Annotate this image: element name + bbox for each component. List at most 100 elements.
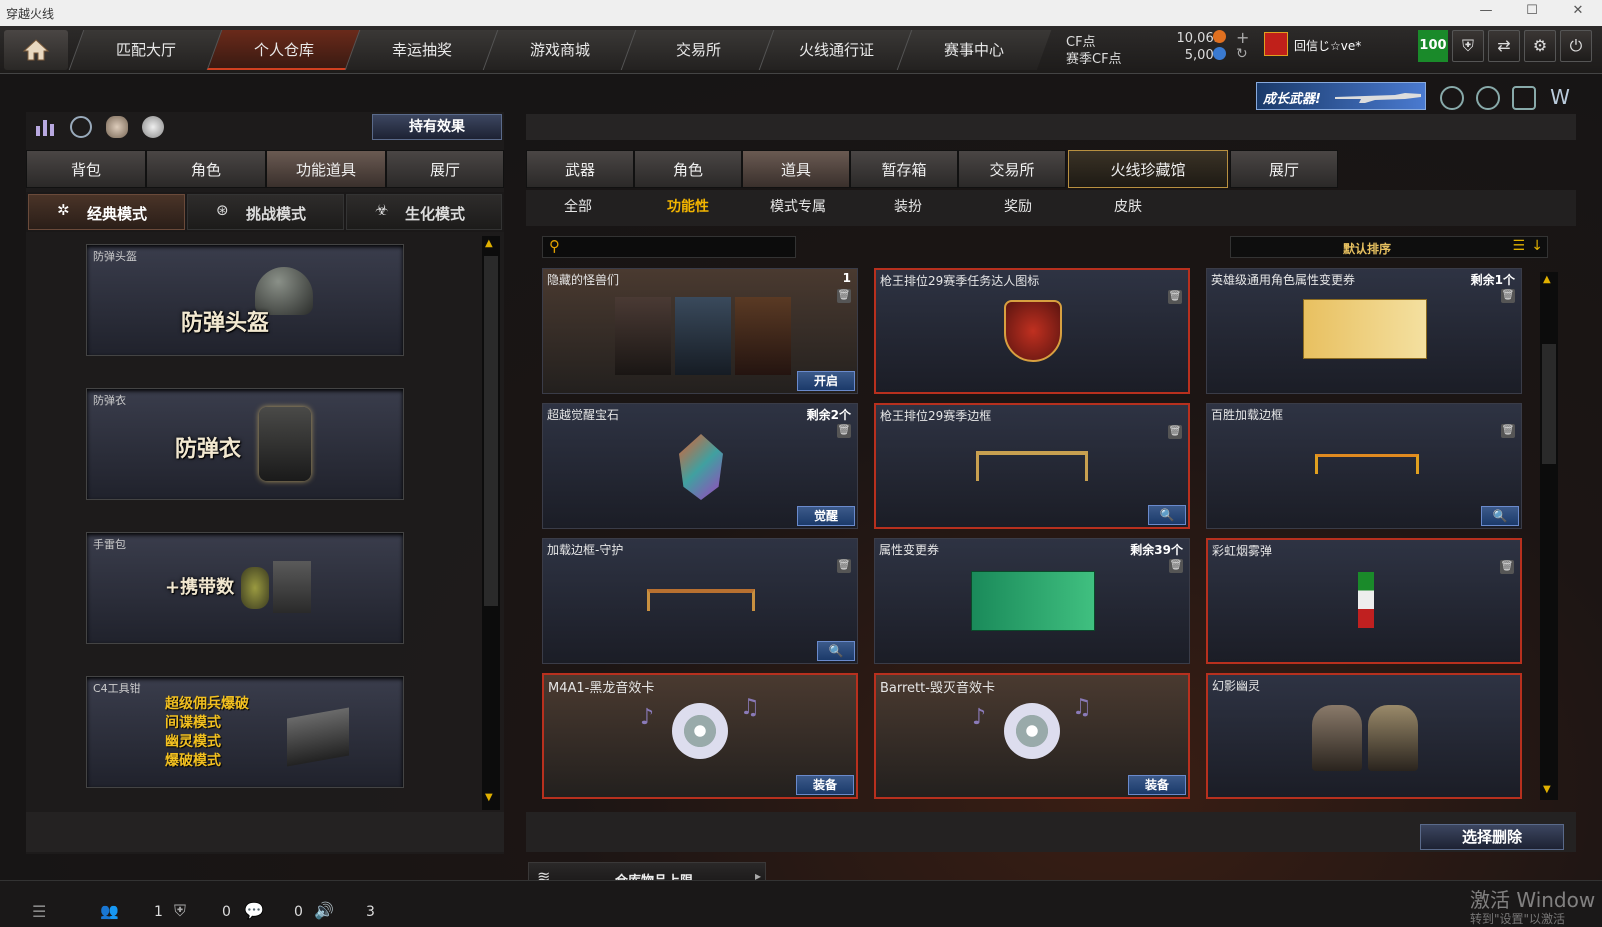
nav-tab-lucky-draw[interactable]: 幸运抽奖 (344, 30, 500, 70)
sort-direction-icon[interactable]: ↓ (1531, 238, 1543, 254)
maximize-button[interactable]: ☐ (1512, 3, 1552, 23)
right-tab-showroom[interactable]: 展厅 (1230, 150, 1338, 188)
switch-icon[interactable]: ⇄ (1488, 30, 1520, 62)
history-icon[interactable] (70, 116, 92, 138)
awaken-button[interactable]: 觉醒 (797, 506, 855, 526)
shield-icon[interactable]: ⛨ (1452, 30, 1484, 62)
nav-tab-match-lobby[interactable]: 匹配大厅 (68, 30, 224, 70)
menu-list-icon[interactable]: ☰ (32, 902, 46, 921)
right-tab-exchange[interactable]: 交易所 (958, 150, 1066, 188)
trash-icon[interactable]: 🗑 (1169, 559, 1183, 573)
preview-magnifier-icon[interactable]: 🔍 (817, 641, 855, 661)
right-tab-props[interactable]: 道具 (742, 150, 850, 188)
item-card[interactable]: 枪王排位29赛季边框 🗑 🔍 (874, 403, 1190, 529)
trash-icon[interactable]: 🗑 (1168, 425, 1182, 439)
chat-bubble-icon[interactable]: 💬 (244, 901, 264, 920)
trash-icon[interactable]: 🗑 (837, 289, 851, 303)
mode-tab-challenge[interactable]: ⊛ 挑战模式 (187, 194, 344, 230)
subtab-outfit[interactable]: 装扮 (858, 196, 958, 216)
list-view-icon[interactable]: ☰ (1512, 238, 1525, 254)
mode-tab-biochemical[interactable]: ☣ 生化模式 (346, 194, 502, 230)
clan-shield-icon[interactable]: ⛨ (174, 901, 186, 921)
badge-v-icon[interactable] (1440, 86, 1464, 110)
subtab-all[interactable]: 全部 (528, 196, 628, 216)
open-button[interactable]: 开启 (797, 371, 855, 391)
nav-tab-game-mall[interactable]: 游戏商城 (482, 30, 638, 70)
subtab-mode-exclusive[interactable]: 模式专属 (748, 196, 848, 216)
right-scrollbar[interactable]: ▲ ▼ (1540, 272, 1558, 800)
scrollbar-thumb[interactable] (484, 256, 498, 606)
right-tab-weapons[interactable]: 武器 (526, 150, 634, 188)
vip-w-icon[interactable]: W (1548, 86, 1572, 110)
nav-tab-battle-pass[interactable]: 火线通行证 (758, 30, 914, 70)
slot-helmet[interactable]: 防弹头盔 防弹头盔 (86, 244, 404, 356)
equip-button[interactable]: 装备 (1128, 775, 1186, 795)
item-card[interactable]: 枪王排位29赛季任务达人图标 🗑 (874, 268, 1190, 394)
sort-dropdown[interactable]: 默认排序 ☰ ↓ (1230, 236, 1548, 258)
music-note-icon: ♫ (740, 695, 760, 720)
nav-tab-event-center[interactable]: 赛事中心 (896, 30, 1052, 70)
minimize-button[interactable]: — (1466, 3, 1506, 23)
select-delete-button[interactable]: 选择删除 (1420, 824, 1564, 850)
mode-tab-classic[interactable]: ✲ 经典模式 (28, 194, 185, 230)
item-card[interactable]: 英雄级通用角色属性变更券 剩余1个 🗑 (1206, 268, 1522, 394)
subtab-skins[interactable]: 皮肤 (1078, 196, 1178, 216)
preview-magnifier-icon[interactable]: 🔍 (1148, 505, 1186, 525)
home-button[interactable] (4, 30, 68, 70)
left-tab-functional-items[interactable]: 功能道具 (266, 150, 386, 188)
item-card[interactable]: 百胜加载边框 🗑 🔍 (1206, 403, 1522, 529)
refresh-icon[interactable]: ↻ (1236, 46, 1248, 62)
settings-gear-icon[interactable]: ⚙ (1524, 30, 1556, 62)
right-tab-collection-hall[interactable]: 火线珍藏馆 (1068, 150, 1228, 188)
volume-icon[interactable]: 🔊 (314, 901, 334, 920)
item-card[interactable]: Barrett-毁灭音效卡 ♪ ♫ 装备 (874, 673, 1190, 799)
subtab-functional[interactable]: 功能性 (638, 196, 738, 216)
trash-icon[interactable]: 🗑 (1168, 290, 1182, 304)
scroll-down-icon[interactable]: ▼ (485, 792, 493, 803)
power-icon[interactable]: ⏻ (1560, 30, 1592, 62)
equip-button[interactable]: 装备 (796, 775, 854, 795)
friends-icon[interactable]: 👥 (100, 902, 119, 920)
scrollbar-thumb[interactable] (1542, 344, 1556, 464)
stats-icon[interactable] (34, 116, 56, 138)
subtab-rewards[interactable]: 奖励 (968, 196, 1068, 216)
item-card[interactable]: 隐藏的怪兽们 1 🗑 开启 (542, 268, 858, 394)
item-card[interactable]: 幻影幽灵 (1206, 673, 1522, 799)
crossed-swords-icon[interactable] (1512, 86, 1536, 110)
held-effects-button[interactable]: 持有效果 (372, 114, 502, 140)
trash-icon[interactable]: 🗑 (837, 424, 851, 438)
right-tab-storage-box[interactable]: 暂存箱 (850, 150, 958, 188)
grenade-icon[interactable] (142, 116, 164, 138)
level-badge: 100 (1418, 30, 1448, 62)
scroll-up-icon[interactable]: ▲ (1543, 274, 1551, 285)
nav-tab-exchange[interactable]: 交易所 (620, 30, 776, 70)
left-tab-backpack[interactable]: 背包 (26, 150, 146, 188)
left-scrollbar[interactable]: ▲ ▼ (482, 236, 500, 810)
item-card[interactable]: 加载边框-守护 🗑 🔍 (542, 538, 858, 664)
search-box[interactable]: ⚲ (542, 236, 796, 258)
slot-c4-pliers[interactable]: C4工具钳 超级佣兵爆破 间谍模式 幽灵模式 爆破模式 (86, 676, 404, 788)
item-card[interactable]: 超越觉醒宝石 剩余2个 🗑 觉醒 (542, 403, 858, 529)
slot-body-armor[interactable]: 防弹衣 防弹衣 (86, 388, 404, 500)
globe-icon[interactable] (1476, 86, 1500, 110)
close-button[interactable]: ✕ (1558, 3, 1598, 23)
add-points-icon[interactable]: + (1236, 28, 1249, 47)
character-icon[interactable] (106, 116, 128, 138)
nav-tab-personal-warehouse[interactable]: 个人仓库 (206, 30, 362, 70)
right-tab-roles[interactable]: 角色 (634, 150, 742, 188)
scroll-up-icon[interactable]: ▲ (485, 238, 493, 249)
trash-icon[interactable]: 🗑 (1501, 424, 1515, 438)
slot-grenade-pack[interactable]: 手雷包 +携带数 (86, 532, 404, 644)
scroll-down-icon[interactable]: ▼ (1543, 784, 1551, 795)
preview-magnifier-icon[interactable]: 🔍 (1481, 506, 1519, 526)
trash-icon[interactable]: 🗑 (1500, 560, 1514, 574)
item-card[interactable]: 彩虹烟雾弹 🗑 (1206, 538, 1522, 664)
search-input[interactable] (569, 239, 789, 255)
item-card[interactable]: M4A1-黑龙音效卡 ♪ ♫ 装备 (542, 673, 858, 799)
trash-icon[interactable]: 🗑 (837, 559, 851, 573)
left-tab-role[interactable]: 角色 (146, 150, 266, 188)
item-card[interactable]: 属性变更券 剩余39个 🗑 (874, 538, 1190, 664)
trash-icon[interactable]: 🗑 (1501, 289, 1515, 303)
promo-banner[interactable]: 成长武器! (1256, 82, 1426, 110)
left-tab-showroom[interactable]: 展厅 (386, 150, 504, 188)
